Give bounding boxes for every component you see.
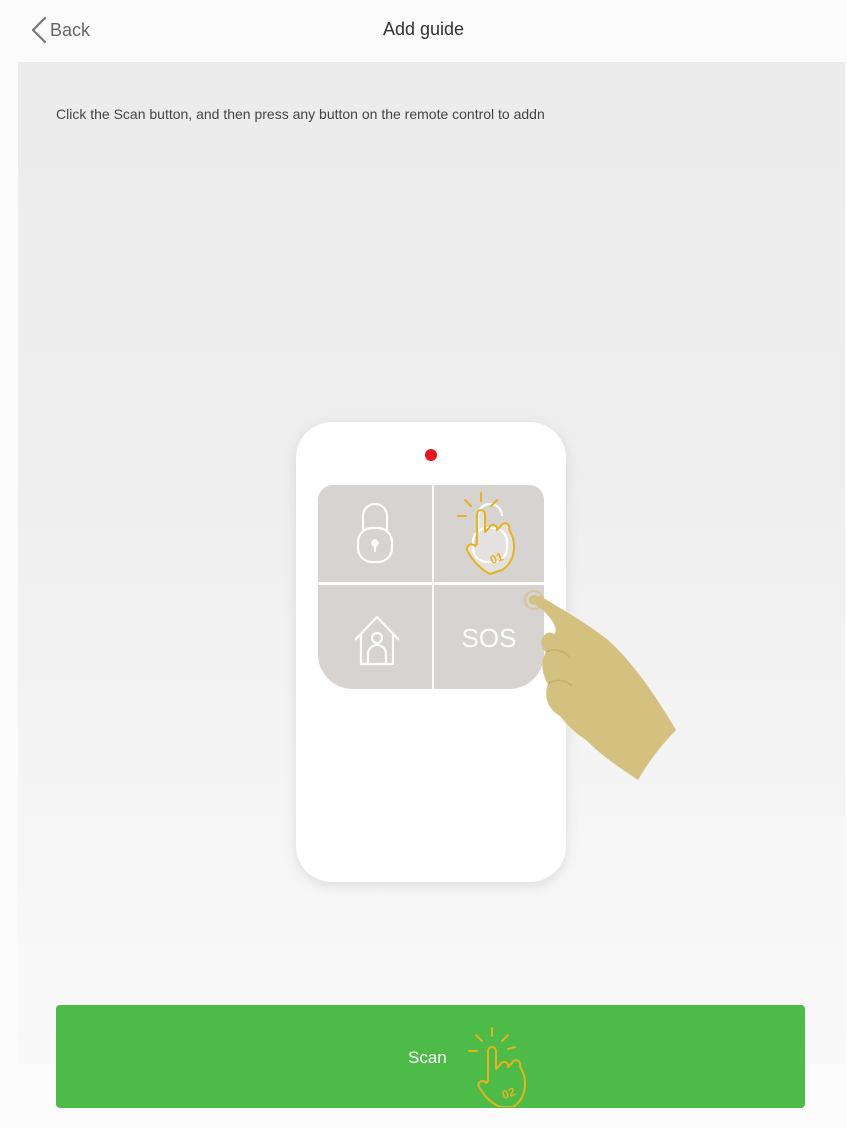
guide-content: Click the Scan button, and then press an… (18, 62, 845, 1065)
scan-label: Scan (408, 1048, 447, 1067)
home-button (318, 585, 432, 689)
step-2-label: 02 (500, 1084, 518, 1102)
indicator-light (425, 449, 437, 461)
header-bar: Back Add guide (0, 0, 847, 62)
scan-button[interactable]: Scan 02 (56, 1005, 805, 1108)
remote-control-illustration: SOS 01 (296, 422, 676, 882)
page-title: Add guide (382, 19, 465, 39)
instruction-text: Click the Scan button, and then press an… (56, 106, 545, 122)
sos-label: SOS (462, 623, 517, 653)
remote-buttons (318, 485, 544, 689)
lock-button (318, 485, 432, 582)
tap-hand-icon: 02 (468, 1027, 526, 1107)
